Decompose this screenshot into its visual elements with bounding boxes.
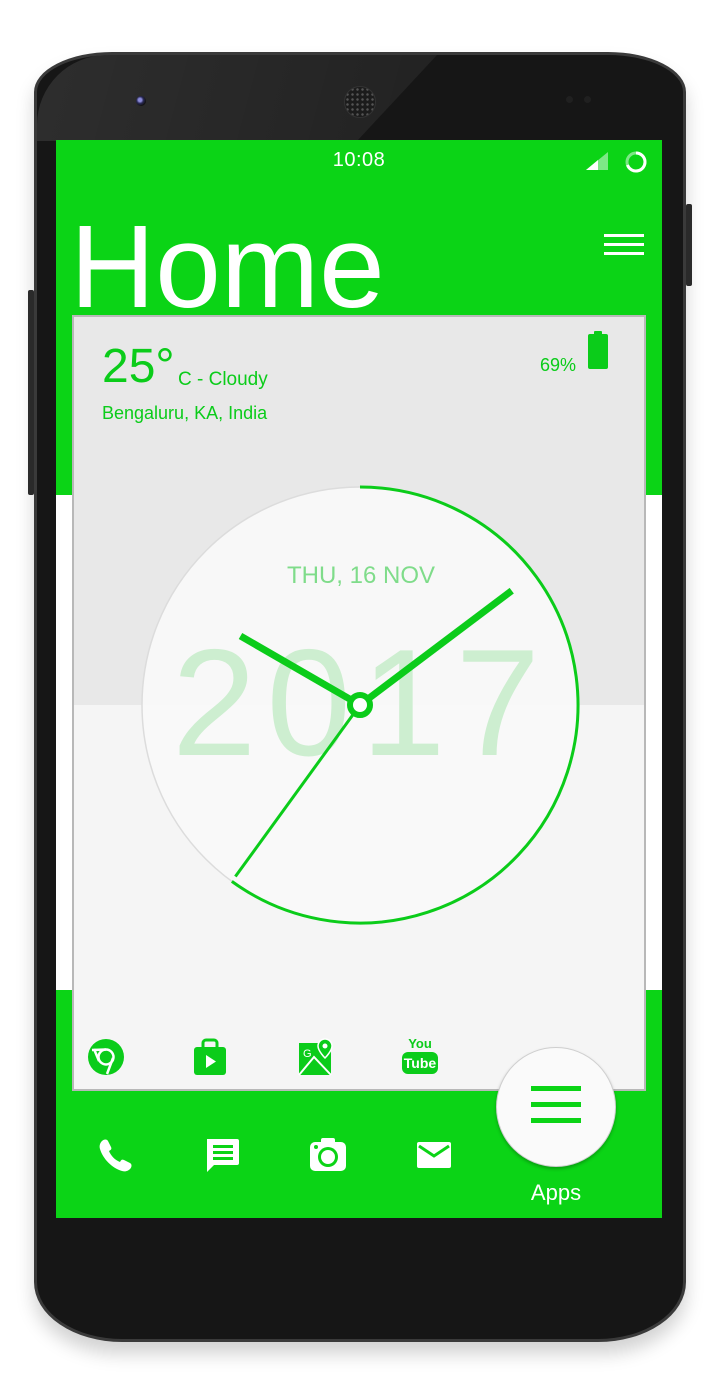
signal-icon (586, 152, 608, 170)
apps-label: Apps (530, 1180, 582, 1205)
front-camera (136, 96, 146, 106)
power-button (686, 204, 692, 286)
page-title: Home (70, 201, 385, 333)
message-icon[interactable] (202, 1135, 242, 1175)
earpiece-speaker (344, 86, 376, 118)
maps-icon[interactable]: G (296, 1037, 336, 1077)
phone-icon[interactable] (96, 1135, 136, 1175)
minute-hand (357, 587, 514, 708)
proximity-sensor (566, 96, 573, 103)
light-sensor (584, 96, 591, 103)
play-store-icon[interactable] (190, 1037, 230, 1077)
clock-hands (234, 587, 514, 878)
menu-icon[interactable] (604, 234, 644, 256)
chrome-icon[interactable] (86, 1037, 126, 1077)
apps-button[interactable] (496, 1047, 616, 1167)
hour-hand (238, 632, 362, 709)
youtube-top-text: You (408, 1036, 432, 1051)
camera-icon[interactable] (308, 1135, 348, 1175)
apps-menu-icon (531, 1086, 581, 1134)
screen: 10:08 Home 25° C - Cloudy Bengaluru, KA,… (56, 140, 662, 1218)
second-hand (234, 704, 362, 878)
volume-button (28, 290, 34, 495)
weather-clock-widget: 25° C - Cloudy Bengaluru, KA, India 69% … (72, 315, 646, 1091)
youtube-icon[interactable]: You Tube (400, 1037, 440, 1077)
status-time: 10:08 (332, 149, 386, 171)
clock-center (347, 692, 373, 718)
youtube-bottom-text: Tube (402, 1052, 438, 1074)
svg-text:G: G (303, 1048, 312, 1060)
dock (56, 1135, 536, 1181)
sync-icon (625, 151, 647, 173)
mail-icon[interactable] (414, 1135, 454, 1175)
